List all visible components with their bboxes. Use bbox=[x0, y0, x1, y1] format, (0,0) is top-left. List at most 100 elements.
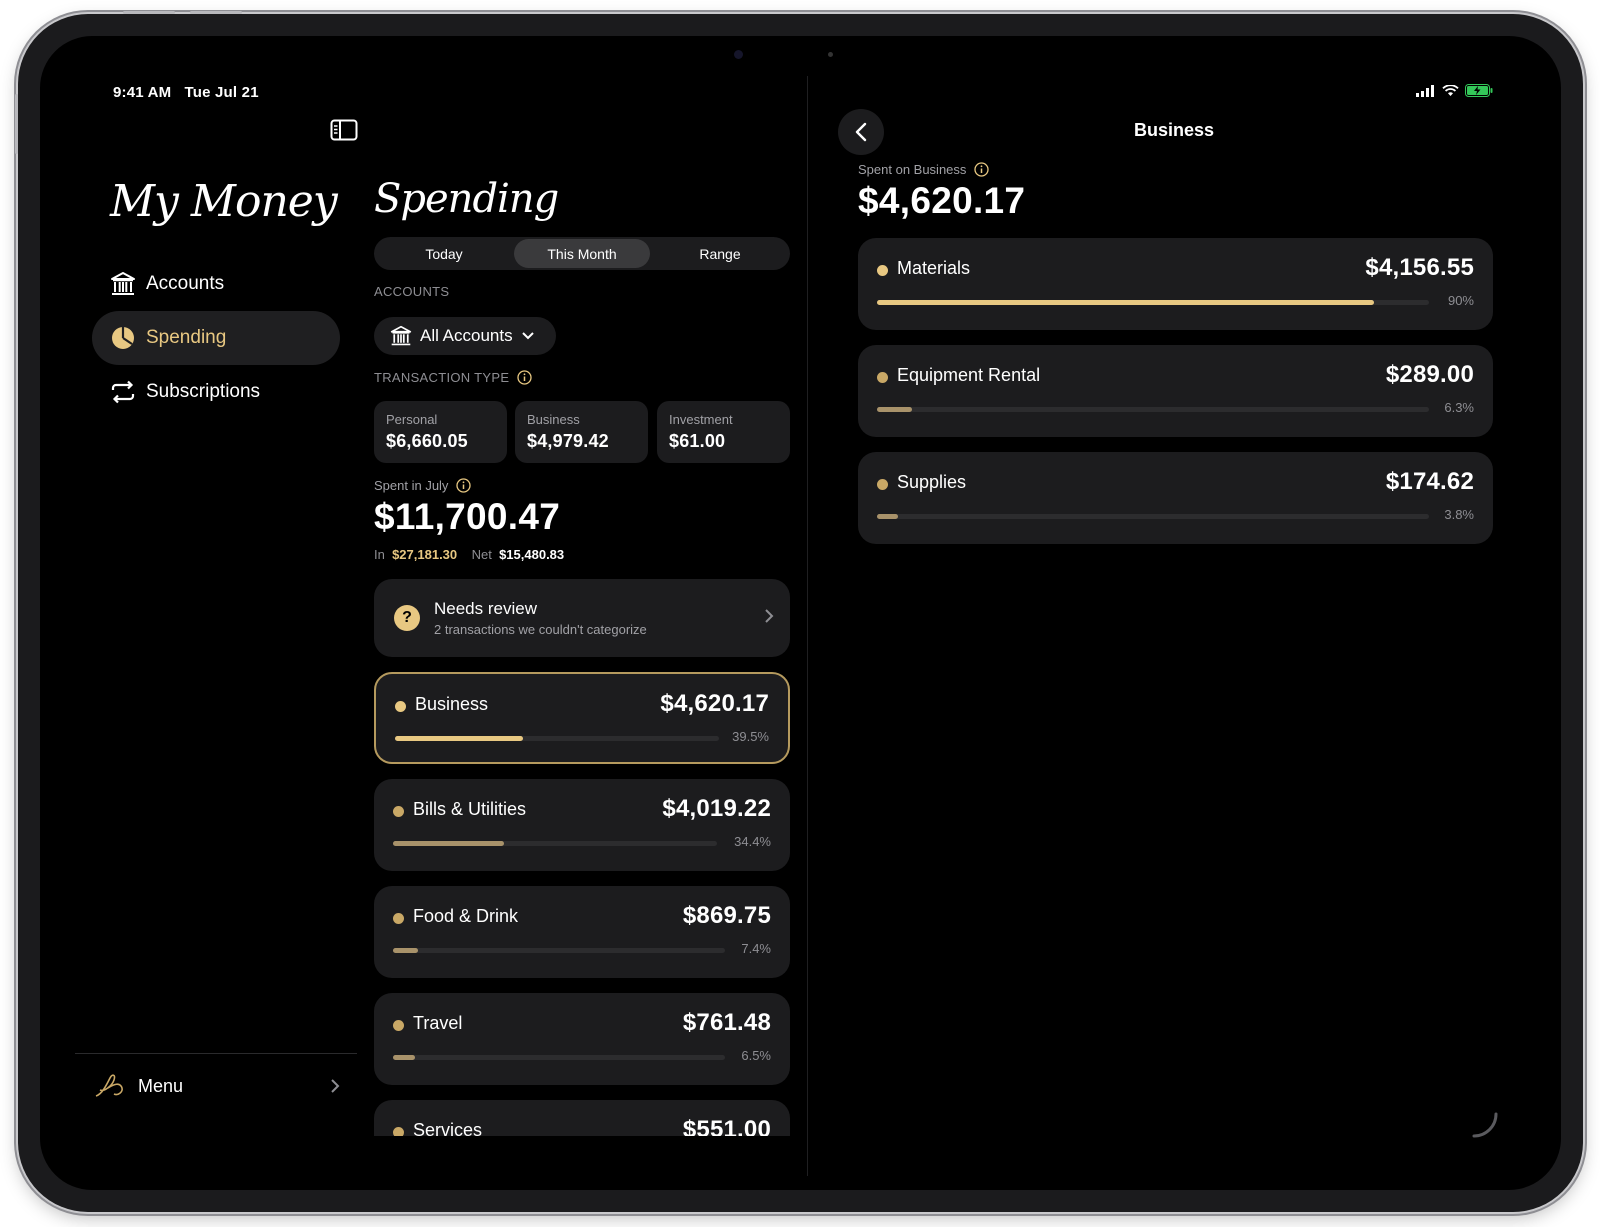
segment-this-month[interactable]: This Month bbox=[514, 239, 650, 268]
detail-panel: Business Spent on Business $4,620.17 Mat… bbox=[814, 36, 1554, 1190]
pie-chart-icon bbox=[110, 325, 136, 351]
question-icon: ? bbox=[394, 605, 420, 631]
in-net-summary: In $27,181.30 Net $15,480.83 bbox=[374, 547, 564, 562]
chevron-right-icon bbox=[331, 1079, 340, 1093]
category-percent: 34.4% bbox=[734, 834, 771, 849]
net-label: Net bbox=[471, 547, 492, 562]
category-card[interactable]: Food & Drink $869.75 7.4% bbox=[374, 886, 790, 978]
transaction-type-caption: TRANSACTION TYPE bbox=[374, 370, 532, 385]
resize-handle-icon[interactable] bbox=[1472, 1112, 1498, 1138]
category-progress-fill bbox=[877, 300, 1374, 305]
type-card-investment[interactable]: Investment $61.00 bbox=[657, 401, 790, 463]
menu-divider bbox=[75, 1053, 357, 1054]
review-subtitle: 2 transactions we couldn't categorize bbox=[434, 622, 647, 637]
category-progress-fill bbox=[877, 407, 912, 412]
category-name: Equipment Rental bbox=[897, 365, 1041, 385]
sidebar-item-spending[interactable]: Spending bbox=[92, 311, 340, 365]
spending-column: Spending Today This Month Range ACCOUNTS bbox=[374, 36, 790, 1136]
category-progress-track bbox=[393, 948, 725, 953]
category-name: Food & Drink bbox=[413, 906, 519, 926]
sidebar-item-subscriptions[interactable]: Subscriptions bbox=[92, 365, 340, 419]
category-amount: $869.75 bbox=[682, 902, 771, 929]
accounts-dropdown[interactable]: All Accounts bbox=[374, 317, 556, 355]
detail-spent-caption: Spent on Business bbox=[858, 162, 990, 177]
top-button bbox=[190, 11, 242, 14]
category-progress-track bbox=[877, 300, 1429, 305]
category-dot bbox=[877, 265, 888, 276]
sidebar-item-label: Subscriptions bbox=[146, 381, 261, 402]
type-label: Personal bbox=[386, 412, 438, 427]
review-title: Needs review bbox=[434, 599, 537, 618]
type-value: $4,979.42 bbox=[527, 431, 609, 451]
info-icon[interactable] bbox=[974, 162, 990, 177]
category-card[interactable]: Travel $761.48 6.5% bbox=[374, 993, 790, 1085]
info-icon[interactable] bbox=[517, 370, 532, 385]
type-label: Business bbox=[527, 412, 580, 427]
category-amount: $4,620.17 bbox=[660, 690, 769, 717]
category-progress-fill bbox=[393, 948, 418, 953]
sidebar-item-accounts[interactable]: Accounts bbox=[92, 257, 340, 311]
category-progress-track bbox=[395, 736, 719, 741]
category-dot bbox=[877, 372, 888, 383]
category-dot bbox=[877, 479, 888, 490]
spent-total: $11,700.47 bbox=[374, 496, 561, 537]
menu-button[interactable]: Menu bbox=[92, 1066, 352, 1106]
category-card[interactable]: Equipment Rental $289.00 6.3% bbox=[858, 345, 1493, 437]
category-progress-track bbox=[393, 1055, 725, 1060]
category-progress-fill bbox=[393, 1055, 415, 1060]
period-segmented-control: Today This Month Range bbox=[374, 237, 790, 270]
sidebar-toggle-button[interactable] bbox=[330, 119, 360, 145]
net-value: $15,480.83 bbox=[499, 547, 565, 562]
screen: 9:41 AM Tue Jul 21 My Money Accounts Spe… bbox=[40, 36, 1561, 1190]
chevron-right-icon bbox=[765, 609, 774, 623]
side-button bbox=[15, 94, 18, 154]
category-percent: 6.5% bbox=[741, 1048, 771, 1063]
category-dot bbox=[393, 913, 404, 924]
category-amount: $174.62 bbox=[1385, 468, 1474, 495]
sidebar-item-label: Spending bbox=[146, 327, 227, 348]
type-card-business[interactable]: Business $4,979.42 bbox=[515, 401, 648, 463]
type-label: Investment bbox=[669, 412, 733, 427]
bank-icon bbox=[390, 325, 412, 346]
segment-today[interactable]: Today bbox=[376, 239, 512, 268]
category-progress-fill bbox=[395, 736, 523, 741]
detail-spent-label: Spent on Business bbox=[858, 162, 967, 177]
segment-range[interactable]: Range bbox=[652, 239, 788, 268]
needs-review-card[interactable]: ? Needs review 2 transactions we couldn'… bbox=[374, 579, 790, 657]
category-amount: $289.00 bbox=[1385, 361, 1474, 388]
type-value: $61.00 bbox=[669, 431, 726, 451]
category-progress-fill bbox=[393, 841, 504, 846]
category-card[interactable]: Materials $4,156.55 90% bbox=[858, 238, 1493, 330]
category-card[interactable]: Bills & Utilities $4,019.22 34.4% bbox=[374, 779, 790, 871]
category-percent: 6.3% bbox=[1444, 400, 1474, 415]
category-card[interactable]: Services $551.00 bbox=[374, 1100, 790, 1136]
spent-caption: Spent in July bbox=[374, 478, 472, 493]
repeat-icon bbox=[110, 379, 136, 405]
info-icon[interactable] bbox=[456, 478, 472, 493]
category-percent: 7.4% bbox=[741, 941, 771, 956]
category-name: Supplies bbox=[897, 472, 967, 492]
category-percent: 39.5% bbox=[732, 729, 769, 744]
accounts-caption: ACCOUNTS bbox=[374, 284, 450, 299]
category-amount: $551.00 bbox=[682, 1116, 771, 1136]
transaction-type-label: TRANSACTION TYPE bbox=[374, 370, 510, 385]
category-card[interactable]: Supplies $174.62 3.8% bbox=[858, 452, 1493, 544]
category-amount: $4,019.22 bbox=[662, 795, 771, 822]
chevron-down-icon bbox=[521, 332, 534, 340]
detail-spent-total: $4,620.17 bbox=[858, 180, 1026, 221]
type-card-personal[interactable]: Personal $6,660.05 bbox=[374, 401, 507, 463]
category-name: Bills & Utilities bbox=[413, 799, 527, 819]
category-progress-track bbox=[877, 514, 1429, 519]
category-name: Services bbox=[413, 1120, 483, 1136]
bank-icon bbox=[110, 271, 136, 297]
brand-title: My Money bbox=[110, 176, 338, 227]
category-percent: 90% bbox=[1447, 293, 1474, 308]
category-progress-track bbox=[877, 407, 1429, 412]
type-value: $6,660.05 bbox=[386, 431, 468, 451]
ipad-frame: 9:41 AM Tue Jul 21 My Money Accounts Spe… bbox=[15, 11, 1583, 1212]
category-progress-track bbox=[393, 841, 717, 846]
spent-label: Spent in July bbox=[374, 478, 449, 493]
category-percent: 3.8% bbox=[1444, 507, 1474, 522]
category-card[interactable]: Business $4,620.17 39.5% bbox=[374, 672, 790, 764]
sidebar: My Money Accounts Spending Subscriptions… bbox=[40, 36, 378, 1190]
